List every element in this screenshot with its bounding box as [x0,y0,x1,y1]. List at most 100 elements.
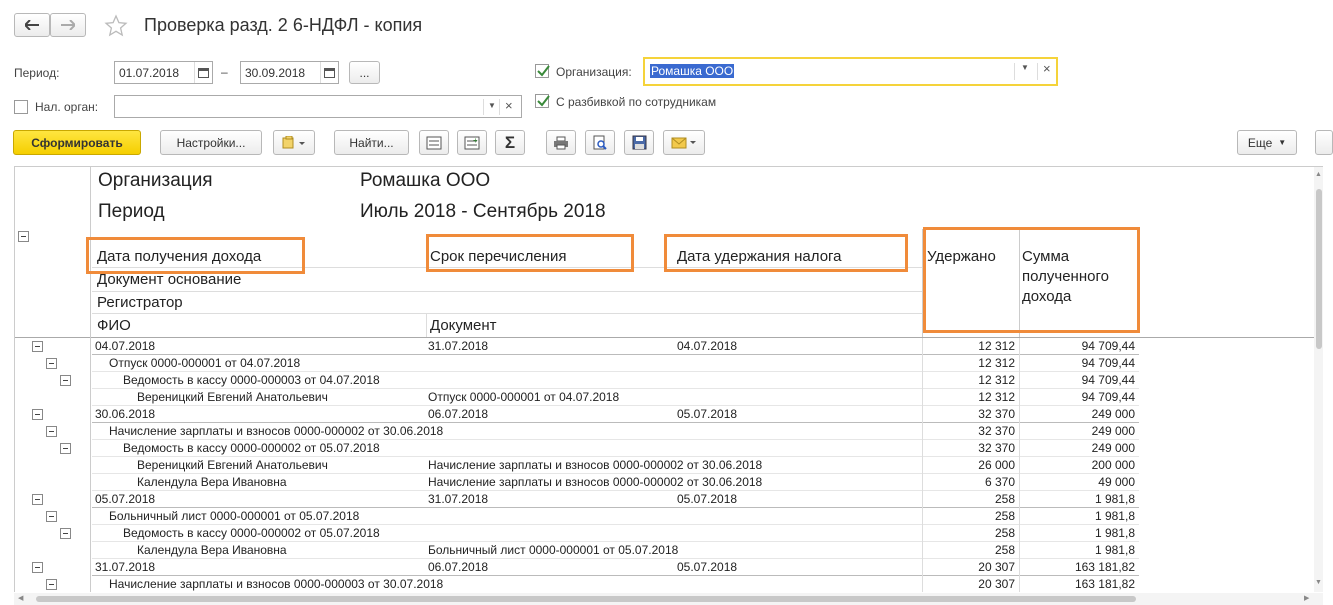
tax-authority-label: Нал. орган: [35,100,99,114]
collapse-group-icon[interactable] [60,443,71,454]
settings-button[interactable]: Настройки... [160,130,262,155]
vertical-scrollbar[interactable]: ▲ ▼ [1314,167,1323,592]
clear-icon[interactable]: × [1043,61,1051,76]
table-row[interactable]: 30.06.2018 06.07.2018 05.07.2018 32 370 249 … [15,406,1323,423]
collapse-group-icon[interactable] [32,494,43,505]
row-withheld-value: 32 370 [978,407,1015,421]
help-button[interactable] [1315,130,1333,155]
row-income-value: 163 181,82 [1074,560,1135,574]
collapse-groups-button[interactable] [419,130,449,155]
checkmark-icon [537,65,550,77]
date-to-value: 30.09.2018 [245,65,306,80]
date-to-field[interactable]: 30.09.2018 [240,61,339,84]
dropdown-arrow-icon[interactable]: ▼ [488,101,496,110]
table-row[interactable]: Календула Вера Ивановна Больничный лист 0… [15,542,1323,559]
table-row[interactable]: Вереницкий Евгений Анатольевич Начисление… [15,457,1323,474]
table-row[interactable]: 04.07.2018 31.07.2018 04.07.2018 12 312 94 7… [15,338,1323,355]
envelope-icon [671,137,696,148]
sum-button[interactable]: Σ [495,130,525,155]
period-value: Июль 2018 - Сентябрь 2018 [360,201,606,222]
table-row[interactable]: Начисление зарплаты и взносов 0000-00000… [15,423,1323,440]
expand-groups-button[interactable]: + [457,130,487,155]
print-button[interactable] [546,130,576,155]
row-second-col: 06.07.2018 [428,407,489,421]
row-withheld-value: 12 312 [978,373,1015,387]
table-row[interactable]: Больничный лист 0000-000001 от 05.07.201… [15,508,1323,525]
collapse-group-icon[interactable] [60,528,71,539]
table-row[interactable]: 31.07.2018 06.07.2018 05.07.2018 20 307 163 … [15,559,1323,576]
row-withheld-value: 32 370 [978,441,1015,455]
collapse-group-icon[interactable] [46,358,57,369]
tax-authority-checkbox[interactable] [14,100,28,114]
row-income-value: 200 000 [1091,458,1135,472]
expand-groups-icon: + [464,136,480,149]
clear-icon[interactable]: × [505,98,513,113]
table-row[interactable]: Ведомость в кассу 0000-000002 от 05.07.2… [15,525,1323,542]
more-button[interactable]: Еще ▼ [1237,130,1297,155]
horizontal-scrollbar[interactable]: ◀ ▶ [14,593,1323,605]
back-button[interactable] [14,13,50,37]
collapse-group-icon[interactable] [32,562,43,573]
row-main-text: Отпуск 0000-000001 от 04.07.2018 [109,356,301,370]
save-button[interactable] [624,130,654,155]
calendar-icon[interactable] [320,62,338,83]
collapse-group-icon[interactable] [60,375,71,386]
date-from-field[interactable]: 01.07.2018 [114,61,213,84]
row-income-value: 49 000 [1098,475,1135,489]
scroll-up-icon[interactable]: ▲ [1315,171,1322,178]
horizontal-scroll-thumb[interactable] [36,596,1136,602]
vertical-scroll-thumb[interactable] [1316,189,1322,349]
table-row[interactable]: Вереницкий Евгений Анатольевич Отпуск 000… [15,389,1323,406]
window-title: Проверка разд. 2 6-НДФЛ - копия [144,15,423,35]
scroll-right-icon[interactable]: ▶ [1304,594,1309,602]
row-main-text: Начисление зарплаты и взносов 0000-00000… [109,577,444,591]
employees-breakdown-checkbox[interactable] [535,94,550,108]
table-row[interactable]: Ведомость в кассу 0000-000002 от 05.07.2… [15,440,1323,457]
organization-field[interactable]: Ромашка ООО ▼ × [643,57,1058,86]
report-spreadsheet[interactable]: Организация Ромашка ООО Период Июль 2018… [14,166,1323,592]
table-row[interactable]: Начисление зарплаты и взносов 0000-00000… [15,576,1323,592]
organization-checkbox[interactable] [535,64,550,78]
period-select-button[interactable]: ... [349,61,380,84]
forward-button[interactable] [50,13,86,37]
row-income-value: 94 709,44 [1081,339,1135,353]
table-row[interactable]: 05.07.2018 31.07.2018 05.07.2018 258 1 981,8 [15,491,1323,508]
row-withheld-value: 20 307 [978,560,1015,574]
period-label: Период: [14,66,60,80]
collapse-group-icon[interactable] [46,426,57,437]
highlight-amounts [923,227,1140,333]
row-second-col: Начисление зарплаты и взносов 0000-00000… [428,475,763,489]
preview-button[interactable] [585,130,615,155]
dropdown-arrow-icon[interactable]: ▼ [1021,63,1029,72]
favorite-star-icon[interactable] [104,14,128,41]
send-email-button[interactable] [663,130,705,155]
col-registrar: Регистратор [97,294,183,311]
table-row[interactable]: Ведомость в кассу 0000-000003 от 04.07.2… [15,372,1323,389]
calendar-icon[interactable] [194,62,212,83]
highlight-income-date [86,237,305,274]
collapse-group-icon[interactable] [32,409,43,420]
row-income-value: 163 181,82 [1074,577,1135,591]
collapse-group-icon[interactable] [46,579,57,590]
row-withheld-value: 26 000 [978,458,1015,472]
svg-text:+: + [473,136,478,145]
row-withheld-value: 258 [994,526,1015,540]
organization-label: Организация: [556,65,632,79]
generate-button[interactable]: Сформировать [13,130,141,155]
floppy-disk-icon [632,135,646,150]
row-income-value: 1 981,8 [1094,526,1135,540]
collapse-header-icon[interactable] [18,231,29,242]
table-row[interactable]: Календула Вера Ивановна Начисление зарпла… [15,474,1323,491]
row-main-text: Вереницкий Евгений Анатольевич [137,390,328,404]
find-button[interactable]: Найти... [334,130,409,155]
row-main-text: 05.07.2018 [95,492,156,506]
collapse-group-icon[interactable] [46,511,57,522]
tax-authority-field[interactable]: ▼ × [114,95,522,118]
collapse-group-icon[interactable] [32,341,43,352]
row-third-col: 04.07.2018 [677,339,738,353]
table-row[interactable]: Отпуск 0000-000001 от 04.07.2018 12 312 94… [15,355,1323,372]
scroll-down-icon[interactable]: ▼ [1315,579,1322,586]
variants-button[interactable] [273,130,315,155]
scroll-left-icon[interactable]: ◀ [18,594,23,602]
col-document: Документ [430,317,497,334]
